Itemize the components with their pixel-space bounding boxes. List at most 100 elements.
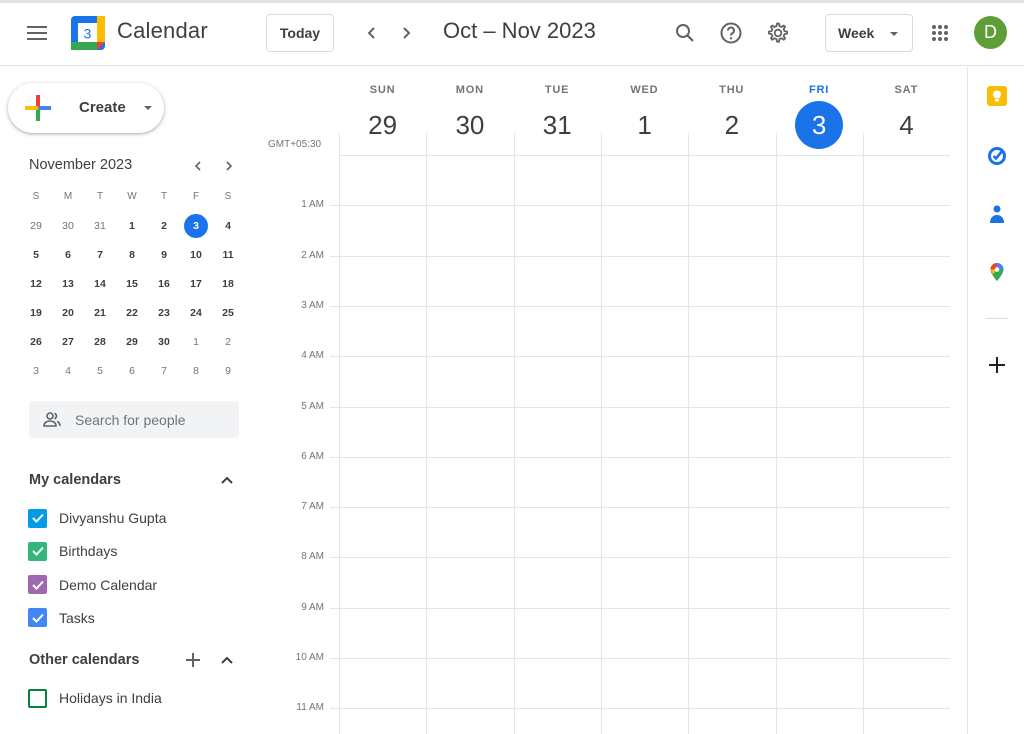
mini-calendar-day[interactable]: 23 xyxy=(148,298,180,327)
day-number-today[interactable]: 3 xyxy=(795,101,844,149)
checkbox-checked[interactable] xyxy=(28,608,47,628)
mini-calendar-day[interactable]: 21 xyxy=(84,298,116,327)
day-column[interactable] xyxy=(339,155,426,734)
mini-calendar-day[interactable]: 8 xyxy=(180,356,212,385)
mini-calendar-day[interactable]: 26 xyxy=(20,327,52,356)
search-button[interactable] xyxy=(670,18,700,48)
day-column[interactable] xyxy=(426,155,513,734)
checkbox-checked[interactable] xyxy=(28,575,47,595)
day-column[interactable] xyxy=(514,155,601,734)
mini-calendar-day[interactable]: 9 xyxy=(212,356,244,385)
mini-calendar-day[interactable]: 4 xyxy=(52,356,84,385)
calendar-logo-icon[interactable]: 3 xyxy=(71,16,105,50)
calendar-list-item[interactable]: Tasks xyxy=(28,606,95,630)
mini-calendar-day[interactable]: 17 xyxy=(180,269,212,298)
mini-calendar-day[interactable]: 29 xyxy=(116,327,148,356)
hour-gridline xyxy=(330,256,950,257)
other-calendars-collapse-button[interactable] xyxy=(216,649,238,671)
mini-calendar-day-number: 11 xyxy=(222,248,234,261)
day-number[interactable]: 4 xyxy=(882,101,930,149)
mini-calendar-day[interactable]: 12 xyxy=(20,269,52,298)
today-button[interactable]: Today xyxy=(266,14,334,52)
checkbox-unchecked[interactable] xyxy=(28,688,47,708)
mini-calendar-day[interactable]: 8 xyxy=(116,240,148,269)
mini-calendar-day[interactable]: 10 xyxy=(180,240,212,269)
calendar-list-item[interactable]: Birthdays xyxy=(28,539,117,563)
calendar-list-item[interactable]: Holidays in India xyxy=(28,686,162,710)
day-column[interactable] xyxy=(776,155,863,734)
mini-calendar-day[interactable]: 7 xyxy=(84,240,116,269)
day-number[interactable]: 30 xyxy=(446,101,494,149)
mini-calendar-day[interactable]: 2 xyxy=(148,211,180,240)
mini-calendar-day[interactable]: 30 xyxy=(52,211,84,240)
mini-calendar-day[interactable]: 22 xyxy=(116,298,148,327)
settings-button[interactable] xyxy=(763,18,793,48)
day-number[interactable]: 1 xyxy=(621,101,669,149)
maps-button[interactable] xyxy=(984,259,1010,285)
mini-calendar-day[interactable]: 20 xyxy=(52,298,84,327)
mini-calendar-day[interactable]: 30 xyxy=(148,327,180,356)
hour-gridline xyxy=(330,608,950,609)
calendar-list-item[interactable]: Demo Calendar xyxy=(28,573,157,597)
google-apps-button[interactable] xyxy=(925,18,955,48)
day-column[interactable] xyxy=(688,155,775,734)
mini-calendar-day[interactable]: 15 xyxy=(116,269,148,298)
mini-calendar-day[interactable]: 1 xyxy=(116,211,148,240)
mini-calendar-day[interactable]: 9 xyxy=(148,240,180,269)
checkbox-checked[interactable] xyxy=(28,508,47,528)
account-avatar[interactable]: D xyxy=(974,16,1007,49)
mini-calendar-day[interactable]: 3 xyxy=(20,356,52,385)
view-selector[interactable]: Week xyxy=(825,14,913,52)
mini-calendar-day[interactable]: 2 xyxy=(212,327,244,356)
mini-calendar-day[interactable]: 16 xyxy=(148,269,180,298)
mini-calendar-next-button[interactable] xyxy=(219,156,239,176)
mini-calendar-day[interactable]: 31 xyxy=(84,211,116,240)
day-column[interactable] xyxy=(863,155,950,734)
mini-calendar-day[interactable]: 14 xyxy=(84,269,116,298)
mini-calendar-day-number: 3 xyxy=(33,364,39,377)
mini-calendar-day[interactable]: 7 xyxy=(148,356,180,385)
mini-calendar-day[interactable]: 1 xyxy=(180,327,212,356)
main-menu-button[interactable] xyxy=(22,19,54,47)
mini-calendar-day[interactable]: 6 xyxy=(52,240,84,269)
create-button[interactable]: Create xyxy=(8,83,164,133)
mini-calendar-day[interactable]: 19 xyxy=(20,298,52,327)
calendar-name: Tasks xyxy=(59,609,95,626)
checkbox-checked[interactable] xyxy=(28,541,47,561)
day-column[interactable] xyxy=(601,155,688,734)
mini-calendar-day[interactable]: 24 xyxy=(180,298,212,327)
mini-calendar-day[interactable]: 25 xyxy=(212,298,244,327)
search-people-field[interactable] xyxy=(29,401,239,438)
get-addons-button[interactable] xyxy=(984,352,1010,378)
mini-calendar-day[interactable]: 28 xyxy=(84,327,116,356)
mini-calendar-day[interactable]: 18 xyxy=(212,269,244,298)
mini-calendar-day-number: 27 xyxy=(62,335,74,348)
mini-calendar-day[interactable]: 11 xyxy=(212,240,244,269)
mini-calendar-day[interactable]: 29 xyxy=(20,211,52,240)
keep-button[interactable] xyxy=(984,83,1010,109)
contacts-button[interactable] xyxy=(984,201,1010,227)
previous-period-button[interactable] xyxy=(358,19,386,47)
mini-calendar-day[interactable]: 6 xyxy=(116,356,148,385)
keep-icon xyxy=(987,86,1007,106)
my-calendars-collapse-button[interactable] xyxy=(216,469,238,491)
day-number[interactable]: 2 xyxy=(708,101,756,149)
next-period-button[interactable] xyxy=(392,19,420,47)
mini-calendar-day[interactable]: 5 xyxy=(84,356,116,385)
mini-calendar-prev-button[interactable] xyxy=(188,156,208,176)
help-button[interactable] xyxy=(716,18,746,48)
plus-icon xyxy=(989,357,1005,373)
calendar-list-item[interactable]: Divyanshu Gupta xyxy=(28,506,166,530)
mini-calendar-day[interactable]: 27 xyxy=(52,327,84,356)
mini-calendar-day[interactable]: 13 xyxy=(52,269,84,298)
search-people-input[interactable] xyxy=(75,411,235,428)
day-number[interactable]: 29 xyxy=(359,101,407,149)
mini-calendar-day[interactable]: 4 xyxy=(212,211,244,240)
mini-calendar-day-number: 8 xyxy=(129,248,135,261)
mini-calendar-day-today[interactable]: 3 xyxy=(180,211,212,240)
tasks-button[interactable] xyxy=(984,142,1010,168)
mini-calendar-day-number: 20 xyxy=(62,306,74,319)
day-number[interactable]: 31 xyxy=(533,101,581,149)
add-other-calendar-button[interactable] xyxy=(182,649,204,671)
mini-calendar-day[interactable]: 5 xyxy=(20,240,52,269)
